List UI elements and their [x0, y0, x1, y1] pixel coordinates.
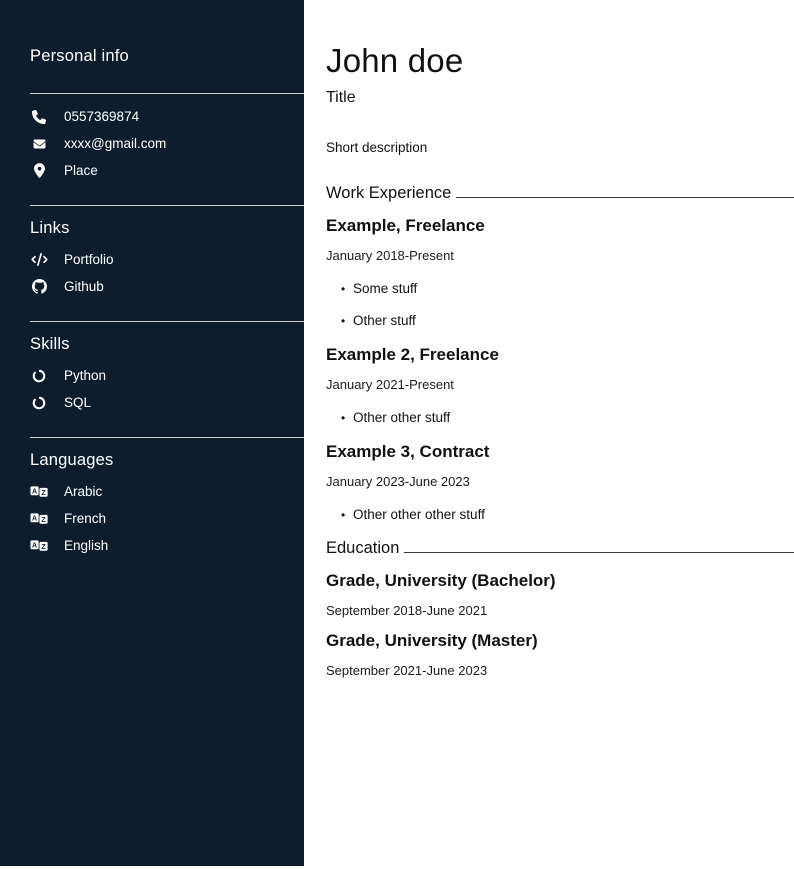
education-label: Education [326, 539, 399, 558]
svg-text:Z: Z [41, 516, 46, 523]
svg-text:Z: Z [41, 489, 46, 496]
envelope-icon [30, 138, 48, 150]
divider [30, 321, 304, 322]
job-bullet: Other stuff [353, 313, 794, 329]
work-experience-heading: Work Experience [326, 184, 794, 203]
skill-item: SQL [30, 389, 274, 416]
education-dates: September 2021-June 2023 [326, 663, 794, 678]
phone-row: 0557369874 [30, 103, 274, 130]
skill-label: SQL [64, 395, 91, 410]
section-rule [404, 552, 794, 553]
education-title: Grade, University (Bachelor) [326, 571, 794, 591]
circle-notch-icon [30, 369, 48, 383]
skill-item: Python [30, 362, 274, 389]
svg-text:A: A [32, 488, 37, 495]
github-link[interactable]: Github [30, 273, 274, 300]
section-rule [456, 197, 794, 198]
person-title: Title [326, 89, 794, 107]
short-description: Short description [326, 140, 794, 155]
education-entry: Grade, University (Master) September 202… [326, 631, 794, 678]
job-entry: Example 3, Contract January 2023-June 20… [326, 442, 794, 523]
translate-icon: AZ [30, 485, 48, 499]
links-heading: Links [30, 219, 274, 238]
translate-icon: AZ [30, 539, 48, 553]
personal-info-heading: Personal info [30, 47, 274, 66]
language-item: AZ English [30, 532, 274, 559]
svg-text:A: A [32, 542, 37, 549]
phone-icon [30, 110, 48, 124]
education-entry: Grade, University (Bachelor) September 2… [326, 571, 794, 618]
portfolio-label: Portfolio [64, 252, 114, 267]
github-icon [30, 279, 48, 294]
svg-text:A: A [32, 515, 37, 522]
language-label: French [64, 511, 106, 526]
location-row: Place [30, 157, 274, 184]
sidebar: Personal info 0557369874 xxxx@gmail.com … [0, 0, 304, 866]
languages-heading: Languages [30, 451, 274, 470]
job-bullet-list: Other other stuff [326, 410, 794, 426]
svg-text:Z: Z [41, 543, 46, 550]
job-entry: Example 2, Freelance January 2021-Presen… [326, 345, 794, 426]
job-bullet: Other other other stuff [353, 507, 794, 523]
divider [30, 93, 304, 94]
job-bullet: Other other stuff [353, 410, 794, 426]
email-address: xxxx@gmail.com [64, 136, 166, 151]
map-pin-icon [30, 163, 48, 178]
email-row: xxxx@gmail.com [30, 130, 274, 157]
job-entry: Example, Freelance January 2018-Present … [326, 216, 794, 329]
job-bullet-list: Other other other stuff [326, 507, 794, 523]
language-label: English [64, 538, 108, 553]
skill-label: Python [64, 368, 106, 383]
education-dates: September 2018-June 2021 [326, 603, 794, 618]
circle-notch-icon [30, 396, 48, 410]
person-name: John doe [326, 42, 794, 80]
divider [30, 437, 304, 438]
language-item: AZ French [30, 505, 274, 532]
job-title: Example, Freelance [326, 216, 794, 236]
job-dates: January 2023-June 2023 [326, 474, 794, 489]
job-title: Example 3, Contract [326, 442, 794, 462]
education-title: Grade, University (Master) [326, 631, 794, 651]
language-label: Arabic [64, 484, 102, 499]
education-heading: Education [326, 539, 794, 558]
skills-heading: Skills [30, 335, 274, 354]
job-dates: January 2021-Present [326, 377, 794, 392]
translate-icon: AZ [30, 512, 48, 526]
location-label: Place [64, 163, 98, 178]
work-experience-label: Work Experience [326, 184, 451, 203]
divider [30, 205, 304, 206]
resume-body: John doe Title Short description Work Ex… [304, 0, 794, 869]
job-bullet-list: Some stuff Other stuff [326, 281, 794, 329]
portfolio-link[interactable]: Portfolio [30, 246, 274, 273]
job-bullet: Some stuff [353, 281, 794, 297]
code-icon [30, 253, 48, 266]
github-label: Github [64, 279, 104, 294]
job-title: Example 2, Freelance [326, 345, 794, 365]
language-item: AZ Arabic [30, 478, 274, 505]
phone-number: 0557369874 [64, 109, 139, 124]
job-dates: January 2018-Present [326, 248, 794, 263]
